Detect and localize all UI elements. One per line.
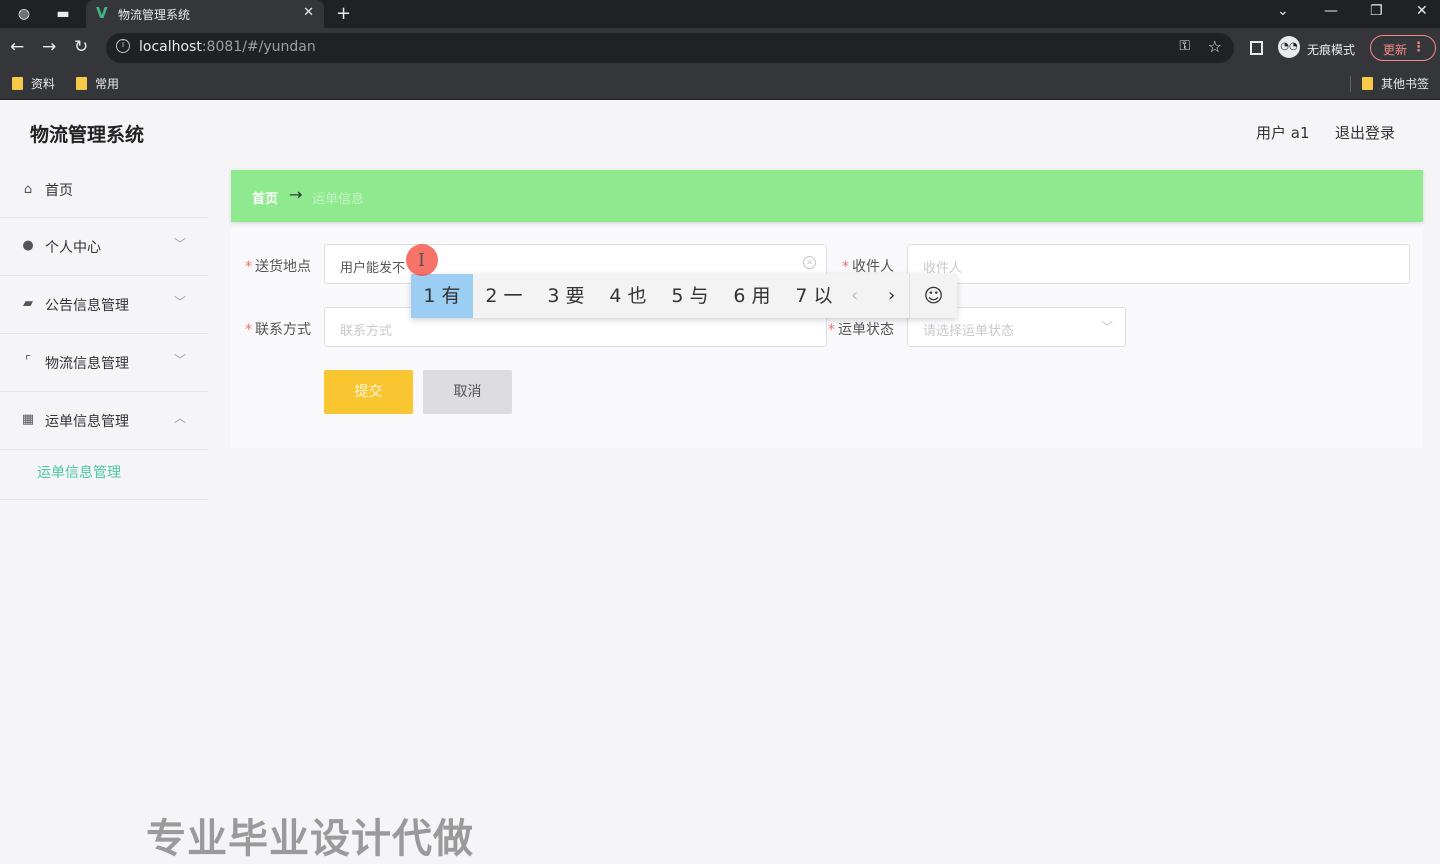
tab-search-icon[interactable]: ▬ (53, 4, 73, 24)
address-value: 用户能发不 (340, 261, 406, 276)
bookmark-folder-1[interactable]: 常用 (76, 75, 119, 92)
recipient-label: * 收件人 (842, 259, 894, 275)
sidebar-item-waybill[interactable]: ▦ 运单信息管理 ︿ (0, 392, 208, 450)
sidebar-item-home[interactable]: ⌂ 首页 (0, 162, 208, 218)
sidebar-item-notice[interactable]: ▰ 公告信息管理 ﹀ (0, 276, 208, 334)
ime-candidate[interactable]: 2 一 (473, 274, 535, 318)
browser-tab-bar: ◍ ▬ V 物流管理系统 ✕ + ⌄ — ❐ ✕ (0, 0, 1440, 28)
sidebar-item-label: 物流信息管理 (45, 356, 129, 372)
back-icon[interactable]: ← (10, 37, 24, 57)
browser-toolbar: ← → ↻ i localhost:8081/#/yundan ⚿ ☆ ◔◔ 无… (0, 28, 1440, 68)
more-menu-icon[interactable]: ⋮ (1412, 40, 1425, 55)
ime-candidate[interactable]: 4 也 (597, 274, 659, 318)
update-button[interactable]: 更新 ⋮ (1370, 35, 1436, 61)
grid-icon: ▦ (21, 412, 35, 427)
window-close-icon[interactable]: ✕ (1416, 3, 1428, 19)
reload-icon[interactable]: ↻ (74, 37, 88, 57)
breadcrumb-current: 运单信息 (312, 192, 365, 207)
url-text: localhost:8081/#/yundan (139, 39, 316, 55)
update-label: 更新 (1383, 43, 1408, 57)
site-info-icon[interactable]: i (116, 39, 130, 53)
bookmark-star-icon[interactable]: ☆ (1208, 37, 1222, 56)
submit-button[interactable]: 提交 (324, 370, 413, 414)
arrow-right-icon: → (289, 185, 303, 204)
sidebar-item-label: 公告信息管理 (45, 298, 129, 314)
forward-icon[interactable]: → (42, 37, 56, 57)
new-tab-icon[interactable]: + (336, 3, 351, 24)
chevron-down-icon: ﹀ (173, 353, 186, 367)
sidebar-item-label: 首页 (45, 183, 73, 199)
chevron-down-icon: ﹀ (173, 237, 186, 251)
tab-close-icon[interactable]: ✕ (303, 5, 314, 20)
bookmarks-divider (1350, 76, 1351, 92)
sidebar-subitem-label: 运单信息管理 (37, 465, 121, 481)
app-brand: 物流管理系统 (30, 124, 145, 146)
tab-title: 物流管理系统 (118, 8, 191, 22)
logout-link[interactable]: 退出登录 (1335, 122, 1395, 143)
chevron-down-icon: ﹀ (1100, 320, 1113, 334)
sidebar-subitem-waybill[interactable]: 运单信息管理 (0, 450, 208, 500)
ime-prev-page-icon[interactable]: ‹ (851, 274, 858, 318)
address-label: * 送货地点 (245, 259, 311, 275)
minimize-icon[interactable]: — (1324, 3, 1338, 19)
ime-candidate[interactable]: 1 有 (411, 274, 473, 318)
sidebar-item-label: 个人中心 (45, 240, 101, 256)
browser-globe-icon[interactable]: ◍ (14, 4, 34, 24)
chevron-up-icon: ︿ (173, 411, 186, 425)
side-panel-icon[interactable] (1250, 41, 1263, 55)
restore-icon[interactable]: ❐ (1370, 3, 1383, 19)
ime-candidate[interactable]: 5 与 (659, 274, 721, 318)
incognito-label: 无痕模式 (1307, 43, 1356, 57)
browser-tab[interactable]: V 物流管理系统 ✕ (86, 0, 324, 28)
sidebar-item-profile[interactable]: ● 个人中心 ﹀ (0, 218, 208, 276)
cancel-button[interactable]: 取消 (423, 370, 512, 414)
contact-label: * 联系方式 (245, 322, 311, 338)
contact-placeholder: 联系方式 (340, 324, 393, 339)
app-root: 物流管理系统 用户 a1 退出登录 ⌂ 首页 ● 个人中心 ﹀ ▰ 公告信息管理… (0, 100, 1440, 864)
vue-logo-icon: V (96, 4, 108, 22)
home-icon: ⌂ (23, 182, 33, 197)
ime-candidate-bar: 1 有 2 一 3 要 4 也 5 与 6 用 7 以 ‹ › ☺ (411, 274, 957, 318)
crop-icon: ⌜ (24, 354, 32, 369)
other-bookmarks[interactable]: 其他书签 (1362, 75, 1429, 92)
sidebar-item-label: 运单信息管理 (45, 414, 129, 430)
breadcrumb-home[interactable]: 首页 (252, 188, 278, 207)
watermark-text: 专业毕业设计代做 (146, 816, 474, 862)
chevron-down-icon: ﹀ (173, 295, 186, 309)
clear-icon[interactable]: ✕ (803, 256, 816, 269)
recipient-input[interactable]: 收件人 (907, 244, 1410, 284)
sidebar: ⌂ 首页 ● 个人中心 ﹀ ▰ 公告信息管理 ﹀ ⌜ 物流信息管理 ﹀ ▦ 运单… (0, 162, 208, 500)
notice-icon: ▰ (23, 296, 33, 311)
ime-candidate[interactable]: 6 用 (721, 274, 783, 318)
sidebar-item-logistics[interactable]: ⌜ 物流信息管理 ﹀ (0, 334, 208, 392)
ime-next-page-icon[interactable]: › (888, 274, 895, 318)
tab-list-icon[interactable]: ⌄ (1277, 3, 1289, 19)
bookmark-folder-0[interactable]: 资料 (12, 75, 55, 92)
bookmarks-bar: 资料 常用 其他书签 (0, 68, 1440, 100)
ime-candidate[interactable]: 7 以 (783, 274, 845, 318)
user-info: 用户 a1 (1256, 124, 1310, 142)
status-placeholder: 请选择运单状态 (923, 324, 1015, 339)
text-cursor-icon: I (418, 250, 426, 271)
folder-icon (76, 77, 87, 90)
address-bar[interactable]: i localhost:8081/#/yundan ⚿ ☆ (106, 33, 1234, 63)
password-key-icon[interactable]: ⚿ (1179, 38, 1190, 54)
ime-candidate[interactable]: 3 要 (535, 274, 597, 318)
user-icon: ● (22, 238, 34, 253)
breadcrumb: 首页 → 运单信息 (231, 170, 1423, 222)
incognito-icon[interactable]: ◔◔ (1278, 36, 1300, 58)
status-label: * 运单状态 (828, 322, 894, 338)
folder-icon (12, 77, 23, 90)
emoji-icon[interactable]: ☺ (909, 274, 957, 318)
app-header: 物流管理系统 用户 a1 退出登录 (0, 100, 1440, 162)
folder-icon (1362, 77, 1373, 90)
